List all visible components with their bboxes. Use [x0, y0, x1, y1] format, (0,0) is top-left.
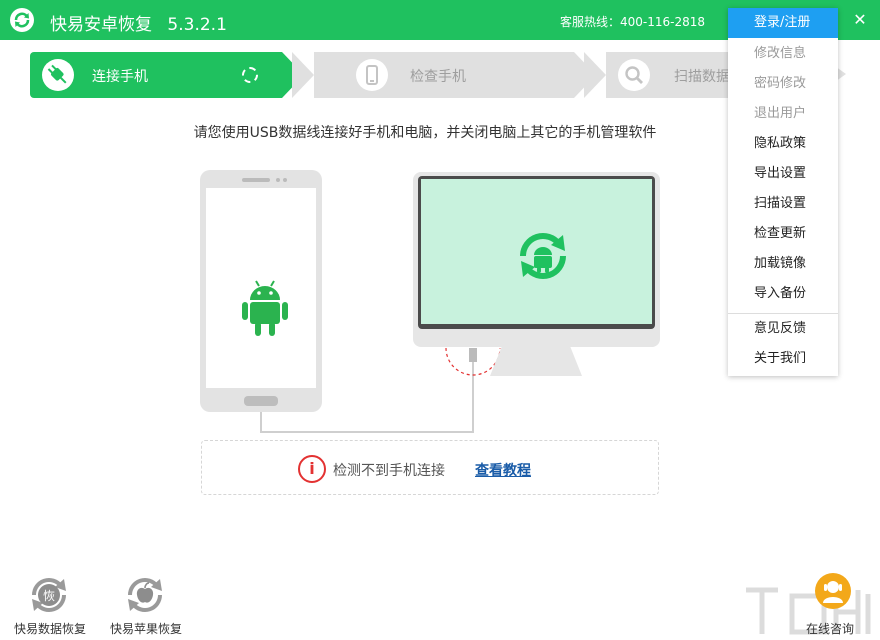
login-register-button[interactable]: 登录/注册 [728, 8, 838, 38]
view-tutorial-link[interactable]: 查看教程 [475, 460, 531, 480]
phone-camera [283, 178, 287, 182]
monitor-stand [490, 346, 582, 376]
menu-item-change-password[interactable]: 密码修改 [728, 69, 838, 99]
loading-spinner-icon [242, 67, 258, 83]
apple-recovery-app-label[interactable]: 快易苹果恢复 [110, 620, 182, 637]
menu-item-export-settings[interactable]: 导出设置 [728, 159, 838, 189]
plug-icon [42, 59, 74, 91]
online-consult-icon[interactable] [815, 573, 851, 609]
monitor-illustration [413, 172, 660, 347]
app-name: 快易安卓恢复 [50, 15, 152, 35]
step-connect: 连接手机 [30, 52, 282, 98]
app-logo-icon [10, 8, 34, 32]
phone-camera [276, 178, 280, 182]
monitor-bezel [418, 176, 655, 329]
hotline-text: 客服热线：400-116-2818 [560, 15, 706, 29]
connection-warning: i 检测不到手机连接 查看教程 [201, 440, 659, 495]
menu-item-feedback[interactable]: 意见反馈 [728, 314, 838, 344]
data-recovery-app-label[interactable]: 快易数据恢复 [14, 620, 86, 637]
step-label-check: 检查手机 [410, 69, 466, 85]
menu-item-load-image[interactable]: 加载镜像 [728, 249, 838, 279]
step-check: 检查手机 [292, 52, 574, 98]
step-label-connect: 连接手机 [92, 69, 148, 85]
apple-recovery-app-icon[interactable] [124, 574, 166, 616]
android-recovery-icon [513, 229, 573, 287]
menu-item-import-backup[interactable]: 导入备份 [728, 279, 838, 309]
menu-item-about[interactable]: 关于我们 [728, 344, 838, 374]
menu-item-scan-settings[interactable]: 扫描设置 [728, 189, 838, 219]
monitor-screen [421, 179, 652, 324]
user-dropdown-menu: 登录/注册 修改信息 密码修改 退出用户 隐私政策 导出设置 扫描设置 检查更新… [728, 8, 838, 376]
step-notch [292, 52, 314, 98]
phone-illustration [200, 170, 322, 412]
phone-home-button [244, 396, 278, 406]
menu-item-privacy[interactable]: 隐私政策 [728, 129, 838, 159]
app-title: 快易安卓恢复 5.3.2.1 [50, 10, 227, 35]
phone-screen [206, 188, 316, 388]
online-consult-label[interactable]: 在线咨询 [806, 620, 854, 637]
phone-icon [356, 59, 388, 91]
app-version: 5.3.2.1 [167, 15, 227, 35]
menu-item-check-update[interactable]: 检查更新 [728, 219, 838, 249]
search-icon [618, 59, 650, 91]
close-button[interactable]: ✕ [848, 8, 872, 32]
step-notch [584, 52, 606, 98]
data-recovery-icon-text: 恢 [43, 589, 55, 603]
data-recovery-app-icon[interactable]: 恢 [28, 574, 70, 616]
warning-icon: i [298, 455, 326, 483]
step-progress: 连接手机 检查手机 扫描数据 [30, 52, 830, 98]
phone-speaker [242, 178, 270, 182]
menu-item-logout[interactable]: 退出用户 [728, 99, 838, 129]
step-label-scan: 扫描数据 [674, 69, 730, 85]
warning-text: 检测不到手机连接 [333, 463, 445, 479]
android-icon [240, 278, 290, 342]
connection-instruction: 请您使用USB数据线连接好手机和电脑，并关闭电脑上其它的手机管理软件 [193, 125, 657, 141]
menu-item-edit-info[interactable]: 修改信息 [728, 39, 838, 69]
